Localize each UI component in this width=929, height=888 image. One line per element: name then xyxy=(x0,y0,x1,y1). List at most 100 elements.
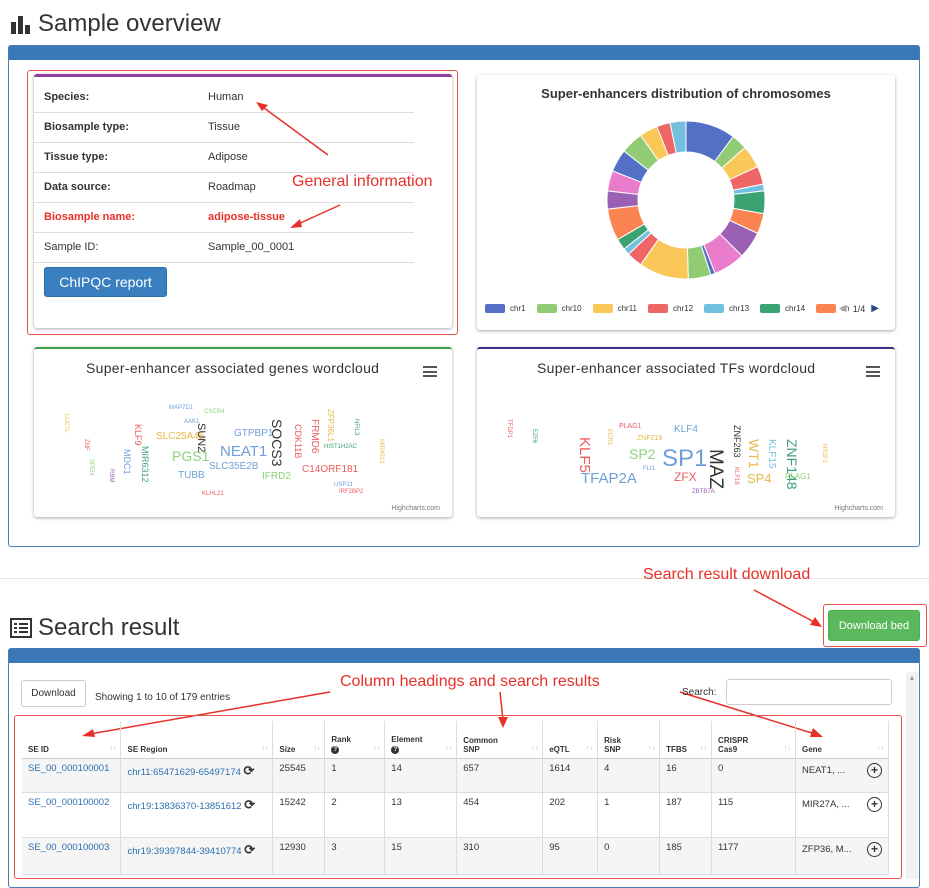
refresh-icon[interactable]: ⟳ xyxy=(244,842,255,857)
column-header[interactable]: eQTL ↑↓ xyxy=(542,721,599,759)
wordcloud-word[interactable]: KLF5 xyxy=(576,437,593,473)
sort-icon[interactable]: ↑↓ xyxy=(373,745,380,752)
wordcloud-word[interactable]: MIR6312 xyxy=(140,446,150,483)
wordcloud-word[interactable]: KLF15 xyxy=(766,439,777,468)
wordcloud-word[interactable]: ZNF263 xyxy=(732,425,742,458)
expand-plus-icon[interactable]: + xyxy=(867,762,882,778)
wordcloud-word[interactable]: MIR4513 xyxy=(378,439,384,463)
legend-item[interactable]: chr14 xyxy=(760,304,805,313)
sort-icon[interactable]: ↑↓ xyxy=(784,745,791,752)
legend-next-icon[interactable]: ▶ xyxy=(871,303,879,314)
wordcloud-word[interactable]: KLF9 xyxy=(133,424,143,446)
sort-icon[interactable]: ↑↓ xyxy=(700,745,707,752)
se-region-link[interactable]: chr11:65471629-65497174 xyxy=(127,767,240,778)
se-region-link[interactable]: chr19:39397844-39410774 xyxy=(127,846,241,857)
wordcloud-word[interactable]: SP4 xyxy=(747,472,772,485)
column-header[interactable]: SE Region ↑↓ xyxy=(120,721,274,759)
wordcloud-word[interactable]: NEAT1 xyxy=(220,444,267,459)
cell-id[interactable]: SE_00_000100001 xyxy=(22,758,122,793)
sort-icon[interactable]: ↑↓ xyxy=(648,745,655,752)
wordcloud-word[interactable]: FLI1 xyxy=(643,466,655,472)
wordcloud-word[interactable]: PLAG1 xyxy=(619,423,642,430)
legend-item[interactable]: chr10 xyxy=(536,304,582,313)
expand-plus-icon[interactable]: + xyxy=(867,796,882,812)
wordcloud-word[interactable]: TFAP2A xyxy=(581,471,637,486)
legend-prev-icon[interactable]: ◀ xyxy=(839,303,847,314)
wordcloud-word[interactable]: SLC35E2B xyxy=(209,462,258,472)
se-id-link[interactable]: SE_00_000100001 xyxy=(28,763,109,774)
legend-item[interactable]: chr12 xyxy=(648,304,693,313)
cell-region[interactable]: chr19:13836370-13851612 ⟳ xyxy=(120,792,274,838)
info-icon[interactable]: ? xyxy=(331,745,340,754)
wordcloud-word[interactable]: TUBB xyxy=(178,471,205,481)
wordcloud-word[interactable]: NFIL3 xyxy=(353,419,359,435)
wordcloud-word[interactable]: GTPBP1 xyxy=(234,429,273,439)
column-header[interactable]: Gene ↑↓ xyxy=(795,721,890,759)
wordcloud-word[interactable]: IFRD2 xyxy=(262,472,291,482)
wordcloud-word[interactable]: SPEN xyxy=(88,459,94,475)
wordcloud-word[interactable]: ZFX xyxy=(674,471,697,483)
sort-icon[interactable]: ↑↓ xyxy=(531,745,538,752)
column-header[interactable]: Risk SNP ↑↓ xyxy=(597,721,661,759)
wordcloud-word[interactable]: CDK11B xyxy=(293,424,303,458)
wordcloud-word[interactable]: MDC1 xyxy=(122,449,132,475)
se-id-link[interactable]: SE_00_000100003 xyxy=(28,842,109,853)
wordcloud-word[interactable]: FRMD6 xyxy=(309,419,320,453)
wordcloud-word[interactable]: ZNF xyxy=(83,439,89,451)
results-scrollbar[interactable]: ▲ xyxy=(906,672,918,879)
scroll-up-icon[interactable]: ▲ xyxy=(906,675,918,682)
column-header[interactable]: SE ID ↑↓ xyxy=(22,721,122,759)
wordcloud-word[interactable]: AAK1 xyxy=(184,419,199,425)
wordcloud-word[interactable]: ZNF219 xyxy=(637,435,662,442)
expand-plus-icon[interactable]: + xyxy=(867,841,882,857)
wordcloud-word[interactable]: EGR1 xyxy=(606,429,612,445)
tfs-highcharts-credit[interactable]: Highcharts.com xyxy=(834,505,883,512)
wordcloud-word[interactable]: MAP7D1 xyxy=(169,405,193,411)
legend-item[interactable]: chr11 xyxy=(592,304,637,313)
wordcloud-word[interactable]: SP1 xyxy=(662,447,707,471)
wordcloud-word[interactable]: PLAG1 xyxy=(785,473,811,481)
wordcloud-word[interactable]: C14ORF181 xyxy=(302,465,358,475)
refresh-icon[interactable]: ⟳ xyxy=(244,763,255,778)
wordcloud-word[interactable]: LUC7L xyxy=(63,414,69,433)
se-region-link[interactable]: chr19:13836370-13851612 xyxy=(127,801,241,812)
sort-icon[interactable]: ↑↓ xyxy=(313,745,320,752)
wordcloud-word[interactable]: E2F6 xyxy=(531,429,537,443)
wordcloud-word[interactable]: KLF4 xyxy=(674,425,698,435)
sort-icon[interactable]: ↑↓ xyxy=(586,745,593,752)
download-button[interactable]: Download xyxy=(21,680,86,707)
cell-region[interactable]: chr11:65471629-65497174 ⟳ xyxy=(120,758,274,793)
info-icon[interactable]: ? xyxy=(391,745,400,754)
wordcloud-word[interactable]: USP21 xyxy=(334,482,353,488)
column-header[interactable]: Common SNP ↑↓ xyxy=(456,721,544,759)
wordcloud-word[interactable]: ZFP36L1 xyxy=(326,409,335,442)
se-id-link[interactable]: SE_00_000100002 xyxy=(28,797,109,808)
download-bed-button[interactable]: Download bed xyxy=(828,610,920,641)
genes-highcharts-credit[interactable]: Highcharts.com xyxy=(391,505,440,512)
wordcloud-word[interactable]: HIST1H2AC xyxy=(324,444,357,450)
sort-icon[interactable]: ↑↓ xyxy=(445,745,452,752)
cell-id[interactable]: SE_00_000100003 xyxy=(22,837,122,875)
search-input[interactable] xyxy=(726,679,892,705)
wordcloud-word[interactable]: MAZ xyxy=(705,449,726,489)
sort-icon[interactable]: ↑↓ xyxy=(877,745,884,752)
refresh-icon[interactable]: ⟳ xyxy=(244,797,255,812)
wordcloud-word[interactable]: WT1 xyxy=(746,439,762,469)
column-header[interactable]: TFBS ↑↓ xyxy=(659,721,713,759)
legend-item[interactable]: chr13 xyxy=(704,304,749,313)
wordcloud-word[interactable]: IRF2BP2 xyxy=(339,489,363,495)
wordcloud-word[interactable]: ZBTB7A xyxy=(692,489,715,495)
column-header[interactable]: Size ↑↓ xyxy=(272,721,326,759)
column-header[interactable]: Rank? ↑↓ xyxy=(324,721,386,759)
sort-icon[interactable]: ↑↓ xyxy=(109,745,116,752)
wordcloud-word[interactable]: CXCR4 xyxy=(204,409,224,415)
wordcloud-word[interactable]: KLF16 xyxy=(733,467,739,485)
wordcloud-word[interactable]: SOCS3 xyxy=(269,419,285,466)
column-header[interactable]: CRISPR Cas9 ↑↓ xyxy=(711,721,796,759)
wordcloud-word[interactable]: SUN2 xyxy=(195,423,207,452)
cell-id[interactable]: SE_00_000100002 xyxy=(22,792,122,838)
cell-region[interactable]: chr19:39397844-39410774 ⟳ xyxy=(120,837,274,875)
wordcloud-word[interactable]: RBM xyxy=(108,469,114,482)
wordcloud-word[interactable]: TFDP1 xyxy=(506,419,512,438)
column-header[interactable]: Element? ↑↓ xyxy=(384,721,458,759)
